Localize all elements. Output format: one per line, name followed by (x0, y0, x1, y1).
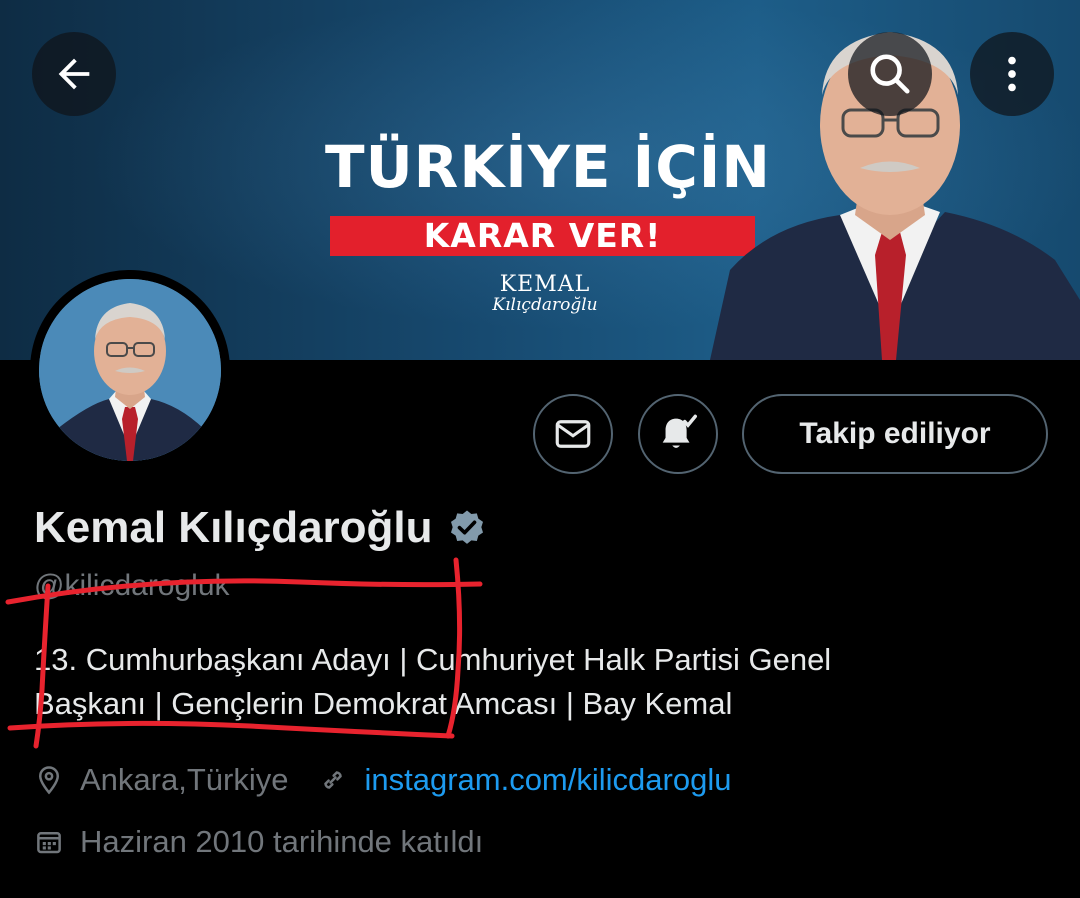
user-handle: @kilicdarogluk (34, 569, 230, 602)
display-name: Kemal Kılıçdaroğlu (34, 503, 433, 552)
banner-signature: KEMAL Kılıçdaroğlu (480, 272, 610, 315)
arrow-left-icon (58, 58, 90, 90)
back-button[interactable] (32, 32, 116, 116)
signature-top: KEMAL (499, 272, 591, 297)
display-name-row: Kemal Kılıçdaroğlu (34, 500, 487, 556)
bell-check-icon (662, 414, 697, 448)
location-pin-icon (38, 766, 60, 795)
verified-badge-icon (450, 510, 483, 544)
following-button[interactable]: Takip ediliyor (742, 394, 1048, 474)
profile-meta-location-website: Ankara,Türkiye instagram.com/kilicdarogl… (34, 758, 731, 802)
link-icon (324, 771, 343, 789)
calendar-icon (37, 832, 61, 854)
bio-line-1: 13. Cumhurbaşkanı Adayı | Cumhuriyet Hal… (34, 642, 832, 677)
envelope-icon (555, 420, 591, 448)
more-vertical-icon (1008, 56, 1016, 92)
location-text: Ankara,Türkiye (80, 762, 289, 797)
notifications-button[interactable] (638, 394, 718, 474)
search-button[interactable] (848, 32, 932, 116)
more-options-button[interactable] (970, 32, 1054, 116)
avatar-image (39, 279, 221, 461)
website-link[interactable]: instagram.com/kilicdaroglu (364, 762, 731, 798)
banner-subheadline: KARAR VER! (423, 216, 662, 255)
profile-meta-joined: Haziran 2010 tarihinde katıldı (34, 820, 483, 864)
bio-line-2: Başkanı | Gençlerin Demokrat Amcası | Ba… (34, 686, 733, 721)
joined-date-text: Haziran 2010 tarihinde katıldı (80, 824, 484, 859)
banner-headline: TÜRKİYE İÇİN (325, 133, 771, 201)
signature-bottom: Kılıçdaroğlu (492, 295, 598, 315)
search-icon (870, 54, 910, 94)
profile-bio: 13. Cumhurbaşkanı Adayı | Cumhuriyet Hal… (34, 638, 1034, 726)
message-button[interactable] (533, 394, 613, 474)
profile-avatar[interactable] (30, 270, 230, 470)
